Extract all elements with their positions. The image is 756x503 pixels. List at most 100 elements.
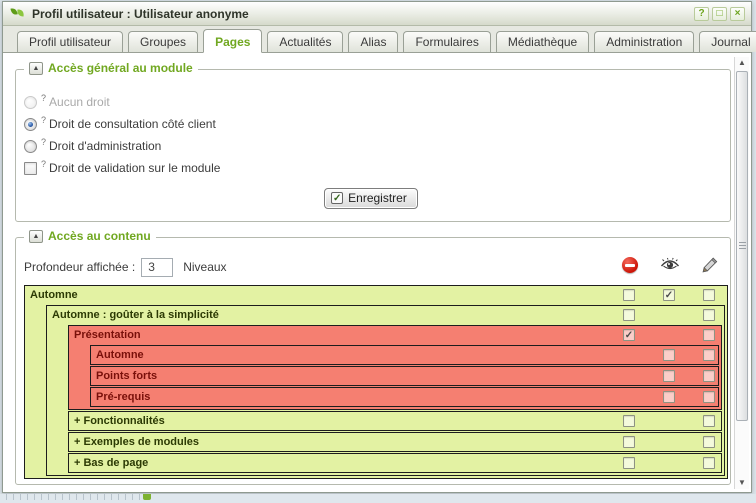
module-access-legend: ▲ Accès général au module: [24, 61, 198, 75]
tree-children: Automne Points forts Pré-requis: [69, 344, 721, 409]
edit-checkbox[interactable]: [703, 391, 715, 403]
depth-label: Profondeur affichée :: [24, 260, 135, 274]
tree-node-presentation: Présentation✓ Automne Points forts Pré-requ…: [68, 325, 722, 410]
profile-window: Profil utilisateur : Utilisateur anonyme…: [2, 1, 752, 493]
tree-row[interactable]: Points forts: [91, 367, 718, 385]
save-button[interactable]: ✓ Enregistrer: [324, 188, 418, 209]
scroll-down-arrow-icon[interactable]: ▼: [735, 477, 749, 489]
scrollbar-grip-icon: [739, 242, 746, 249]
no-access-checkbox[interactable]: [623, 436, 635, 448]
help-marker[interactable]: ?: [41, 159, 46, 169]
tree-node-pre-requis: Pré-requis: [90, 387, 719, 407]
view-checkbox[interactable]: [663, 349, 675, 361]
tree-row-label[interactable]: Automne: [91, 346, 718, 364]
view-checkbox[interactable]: ✓: [663, 289, 675, 301]
option-label: Droit de consultation côté client: [49, 117, 216, 131]
help-marker[interactable]: ?: [41, 93, 46, 103]
edit-checkbox[interactable]: [703, 436, 715, 448]
no-access-checkbox[interactable]: ✓: [623, 329, 635, 341]
edit-checkbox[interactable]: [703, 457, 715, 469]
save-button-label: Enregistrer: [348, 191, 407, 205]
tree-row[interactable]: Présentation✓: [69, 326, 721, 344]
help-marker[interactable]: ?: [41, 137, 46, 147]
maximize-button[interactable]: □: [712, 7, 727, 21]
scroll-up-arrow-icon[interactable]: ▲: [735, 57, 749, 69]
checkbox-droit-de-validation-sur-le-module[interactable]: [24, 162, 37, 175]
collapse-content-access-button[interactable]: ▲: [29, 230, 43, 243]
option-label: Droit d'administration: [49, 139, 161, 153]
option-aucun-droit: ?Aucun droit: [24, 91, 718, 113]
content-area: ▲ Accès général au module ?Aucun droit?D…: [3, 54, 733, 490]
no-access-checkbox[interactable]: [623, 309, 635, 321]
module-access-options: ?Aucun droit?Droit de consultation côté …: [24, 91, 718, 179]
tree-row[interactable]: Automne: [91, 346, 718, 364]
tree-row[interactable]: + Bas de page: [69, 454, 721, 472]
tab-alias[interactable]: Alias: [348, 31, 398, 52]
tree-row-label[interactable]: Pré-requis: [91, 388, 718, 406]
collapse-module-access-button[interactable]: ▲: [29, 62, 43, 75]
view-checkbox[interactable]: [663, 391, 675, 403]
tree-node-automne: Automne: [90, 345, 719, 365]
tab-pages[interactable]: Pages: [203, 29, 262, 53]
automne-leaf-logo-icon: [9, 6, 26, 22]
radio-droit-de-consultation-cote-client[interactable]: [24, 118, 37, 131]
minus-circle-icon[interactable]: [622, 257, 638, 273]
help-marker[interactable]: ?: [41, 115, 46, 125]
edit-checkbox[interactable]: [703, 370, 715, 382]
radio-aucun-droit: [24, 96, 37, 109]
no-access-checkbox[interactable]: [623, 289, 635, 301]
background-ruler-ticks: [0, 494, 140, 500]
depth-row: Profondeur affichée : Niveaux: [24, 254, 728, 280]
edit-checkbox[interactable]: [703, 329, 715, 341]
content-tree: Automne✓Automne : goûter à la simplicité…: [24, 285, 728, 479]
option-label: Aucun droit: [49, 95, 110, 109]
window-titlebar: Profil utilisateur : Utilisateur anonyme…: [3, 2, 751, 26]
tab-bar: Profil utilisateurGroupesPagesActualités…: [3, 26, 751, 53]
edit-checkbox[interactable]: [703, 349, 715, 361]
eye-icon[interactable]: [660, 257, 680, 272]
tab-actualites[interactable]: Actualités: [267, 31, 343, 52]
view-checkbox[interactable]: [663, 370, 675, 382]
option-droit-de-consultation-cote-client[interactable]: ?Droit de consultation côté client: [24, 113, 718, 135]
edit-checkbox[interactable]: [703, 309, 715, 321]
content-access-legend-text: Accès au contenu: [48, 229, 151, 243]
tree-node-bas-de-page: + Bas de page: [68, 453, 722, 473]
module-access-fieldset: ▲ Accès général au module ?Aucun droit?D…: [15, 69, 731, 222]
edit-checkbox[interactable]: [703, 415, 715, 427]
module-access-legend-text: Accès général au module: [48, 61, 193, 75]
window-title: Profil utilisateur : Utilisateur anonyme: [32, 7, 688, 21]
tree-row-label[interactable]: Points forts: [91, 367, 718, 385]
tab-journal[interactable]: Journal: [699, 31, 756, 52]
tree-children: Automne : goûter à la simplicité Présenta…: [25, 304, 727, 478]
tab-administration[interactable]: Administration: [594, 31, 694, 52]
no-access-checkbox[interactable]: [623, 457, 635, 469]
tab-formulaires[interactable]: Formulaires: [403, 31, 490, 52]
tab-profil-utilisateur[interactable]: Profil utilisateur: [17, 31, 123, 52]
tree-children: Présentation✓ Automne Points forts Pré-requ…: [47, 324, 724, 475]
radio-droit-d-administration[interactable]: [24, 140, 37, 153]
save-check-icon: ✓: [331, 192, 343, 204]
edit-checkbox[interactable]: [703, 289, 715, 301]
no-access-checkbox[interactable]: [623, 415, 635, 427]
tree-row[interactable]: + Fonctionnalités: [69, 412, 721, 430]
tree-row[interactable]: Automne : goûter à la simplicité: [47, 306, 724, 324]
tree-row[interactable]: Pré-requis: [91, 388, 718, 406]
close-button[interactable]: ×: [730, 7, 745, 21]
option-label: Droit de validation sur le module: [49, 161, 220, 175]
tree-node-exemples-de-modules: + Exemples de modules: [68, 432, 722, 452]
background-green-marker: [143, 494, 151, 500]
tree-row[interactable]: + Exemples de modules: [69, 433, 721, 451]
option-droit-de-validation-sur-le-module[interactable]: ?Droit de validation sur le module: [24, 157, 718, 179]
vertical-scrollbar[interactable]: ▲ ▼: [734, 57, 749, 489]
tree-row[interactable]: Automne✓: [25, 286, 727, 304]
scrollbar-thumb[interactable]: [736, 71, 748, 421]
tab-mediatheque[interactable]: Médiathèque: [496, 31, 589, 52]
content-access-fieldset: ▲ Accès au contenu Profondeur affichée :…: [15, 237, 731, 485]
depth-input[interactable]: [141, 258, 173, 277]
option-droit-d-administration[interactable]: ?Droit d'administration: [24, 135, 718, 157]
tree-row-label[interactable]: Automne: [25, 286, 727, 304]
tree-node-fonctionnalites: + Fonctionnalités: [68, 411, 722, 431]
tab-groupes[interactable]: Groupes: [128, 31, 198, 52]
pencil-icon[interactable]: [702, 257, 718, 273]
help-button[interactable]: ?: [694, 7, 709, 21]
